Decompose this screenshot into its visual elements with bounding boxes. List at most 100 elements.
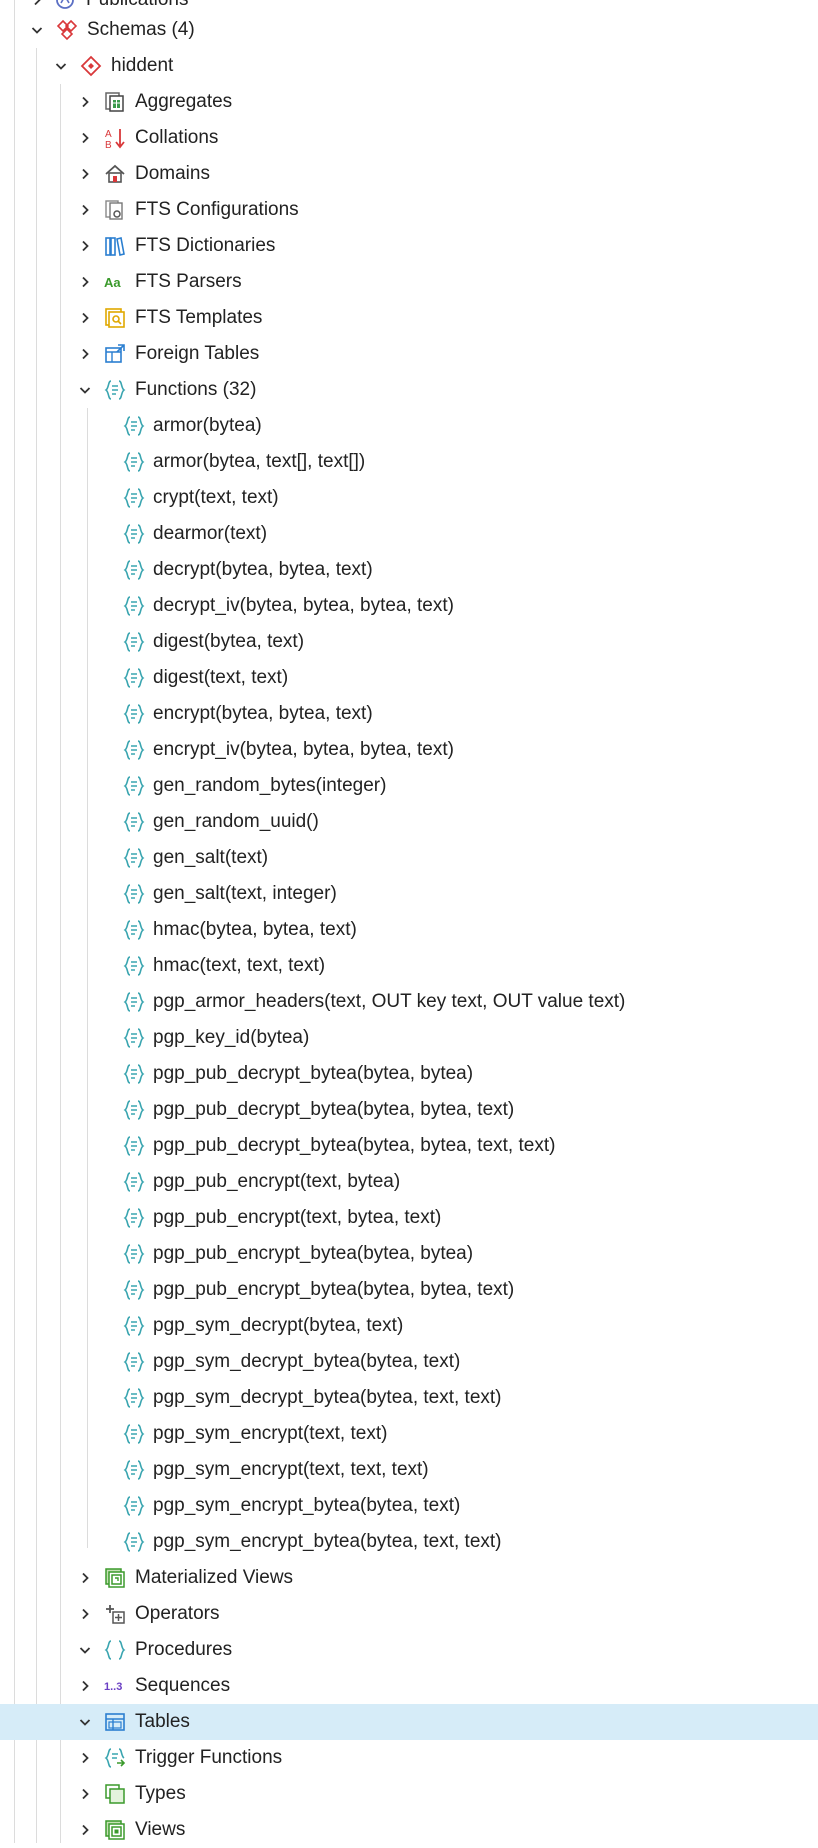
tree-node-function[interactable]: decrypt(bytea, bytea, text) — [0, 552, 818, 588]
tree-node-function-label: pgp_sym_decrypt(bytea, text) — [153, 1315, 404, 1336]
function-icon — [123, 919, 145, 941]
chevron-down-icon[interactable] — [77, 1704, 93, 1740]
tree-node-function[interactable]: pgp_pub_encrypt(text, bytea, text) — [0, 1200, 818, 1236]
chevron-right-icon[interactable] — [77, 300, 93, 336]
tree-node-aggregates[interactable]: Aggregates — [0, 84, 818, 120]
tree-node-function-label: pgp_pub_decrypt_bytea(bytea, bytea, text… — [153, 1099, 515, 1120]
tree-node-function-label: gen_random_uuid() — [153, 811, 319, 832]
chevron-right-icon[interactable] — [77, 192, 93, 228]
chevron-down-icon[interactable] — [53, 48, 69, 84]
tree-node-fts-parsers[interactable]: Aa FTS Parsers — [0, 264, 818, 300]
function-icon — [123, 1099, 145, 1121]
tree-node-function[interactable]: gen_salt(text) — [0, 840, 818, 876]
tree-node-types[interactable]: Types — [0, 1776, 818, 1812]
chevron-right-icon[interactable] — [77, 228, 93, 264]
chevron-right-icon[interactable] — [77, 1740, 93, 1776]
tree-node-function[interactable]: pgp_pub_encrypt_bytea(bytea, bytea, text… — [0, 1272, 818, 1308]
tree-node-function[interactable]: pgp_pub_encrypt_bytea(bytea, bytea) — [0, 1236, 818, 1272]
tree-node-schemas[interactable]: Schemas (4) — [0, 12, 818, 48]
function-icon — [123, 631, 145, 653]
tree-node-function[interactable]: pgp_sym_encrypt(text, text) — [0, 1416, 818, 1452]
function-icon — [123, 847, 145, 869]
tree-node-function-label: encrypt(bytea, bytea, text) — [153, 703, 373, 724]
tree-node-function[interactable]: pgp_sym_decrypt_bytea(bytea, text, text) — [0, 1380, 818, 1416]
tree-node-foreign-tables[interactable]: Foreign Tables — [0, 336, 818, 372]
tree-node-function-label: pgp_pub_encrypt(text, bytea, text) — [153, 1207, 442, 1228]
tree-node-function-label: gen_salt(text) — [153, 847, 269, 868]
chevron-down-icon[interactable] — [29, 12, 45, 48]
tree-node-function[interactable]: dearmor(text) — [0, 516, 818, 552]
tree-node-function[interactable]: hmac(text, text, text) — [0, 948, 818, 984]
tree-node-function[interactable]: pgp_key_id(bytea) — [0, 1020, 818, 1056]
tree-node-operators[interactable]: Operators — [0, 1596, 818, 1632]
trigger-functions-icon — [104, 1747, 126, 1769]
chevron-right-icon[interactable] — [77, 1668, 93, 1704]
tree-node-function[interactable]: pgp_sym_decrypt(bytea, text) — [0, 1308, 818, 1344]
tree-node-function[interactable]: encrypt_iv(bytea, bytea, bytea, text) — [0, 732, 818, 768]
chevron-right-icon[interactable] — [77, 120, 93, 156]
tree-node-function[interactable]: armor(bytea) — [0, 408, 818, 444]
tree-node-function-label: digest(text, text) — [153, 667, 289, 688]
tree-node-function[interactable]: digest(text, text) — [0, 660, 818, 696]
tree-node-function[interactable]: decrypt_iv(bytea, bytea, bytea, text) — [0, 588, 818, 624]
tree-node-procedures[interactable]: Procedures — [0, 1632, 818, 1668]
fts-templates-icon — [104, 307, 126, 329]
tree-node-function[interactable]: pgp_sym_encrypt_bytea(bytea, text) — [0, 1488, 818, 1524]
tree-node-function[interactable]: pgp_armor_headers(text, OUT key text, OU… — [0, 984, 818, 1020]
chevron-right-icon[interactable] — [77, 1776, 93, 1812]
tree-node-materialized-views[interactable]: Materialized Views — [0, 1560, 818, 1596]
function-icon — [123, 487, 145, 509]
tree-node-domains-label: Domains — [135, 163, 210, 184]
tree-node-function-label: pgp_sym_decrypt_bytea(bytea, text, text) — [153, 1387, 502, 1408]
chevron-right-icon[interactable] — [77, 1596, 93, 1632]
domains-icon — [104, 163, 126, 185]
tree-node-fts-dictionaries[interactable]: FTS Dictionaries — [0, 228, 818, 264]
schema-icon — [80, 55, 102, 77]
materialized-views-icon — [104, 1567, 126, 1589]
tree-node-function[interactable]: gen_random_bytes(integer) — [0, 768, 818, 804]
tree-node-sequences[interactable]: 1..3 Sequences — [0, 1668, 818, 1704]
tree-node-schema-hiddent[interactable]: hiddent — [0, 48, 818, 84]
tree-node-function[interactable]: pgp_sym_decrypt_bytea(bytea, text) — [0, 1344, 818, 1380]
tree-node-function-label: pgp_pub_encrypt(text, bytea) — [153, 1171, 401, 1192]
tree-node-function[interactable]: encrypt(bytea, bytea, text) — [0, 696, 818, 732]
function-icon — [123, 559, 145, 581]
tree-node-collations-label: Collations — [135, 127, 219, 148]
function-icon — [123, 1459, 145, 1481]
function-icon — [123, 1243, 145, 1265]
tree-node-function[interactable]: pgp_sym_encrypt_bytea(bytea, text, text) — [0, 1524, 818, 1560]
function-icon — [123, 811, 145, 833]
tree-node-function-label: pgp_sym_encrypt(text, text, text) — [153, 1459, 429, 1480]
tree-node-function[interactable]: pgp_pub_decrypt_bytea(bytea, bytea, text… — [0, 1092, 818, 1128]
chevron-down-icon[interactable] — [77, 372, 93, 408]
tree-node-function[interactable]: pgp_pub_encrypt(text, bytea) — [0, 1164, 818, 1200]
tree-node-function-label: digest(bytea, text) — [153, 631, 305, 652]
function-icon — [123, 523, 145, 545]
tree-node-functions[interactable]: Functions (32) — [0, 372, 818, 408]
tree-node-function[interactable]: digest(bytea, text) — [0, 624, 818, 660]
tree-node-function[interactable]: hmac(bytea, bytea, text) — [0, 912, 818, 948]
chevron-right-icon[interactable] — [77, 84, 93, 120]
tree-node-function[interactable]: gen_random_uuid() — [0, 804, 818, 840]
tree-node-function[interactable]: crypt(text, text) — [0, 480, 818, 516]
tree-node-fts-configurations[interactable]: FTS Configurations — [0, 192, 818, 228]
tree-node-function[interactable]: pgp_pub_decrypt_bytea(bytea, bytea) — [0, 1056, 818, 1092]
tree-node-function-label: dearmor(text) — [153, 523, 268, 544]
tree-node-tables[interactable]: Tables — [0, 1704, 818, 1740]
tree-node-function[interactable]: pgp_sym_encrypt(text, text, text) — [0, 1452, 818, 1488]
tree-node-function-label: pgp_sym_decrypt_bytea(bytea, text) — [153, 1351, 461, 1372]
chevron-right-icon[interactable] — [77, 264, 93, 300]
tree-node-trigger-functions[interactable]: Trigger Functions — [0, 1740, 818, 1776]
tree-node-function[interactable]: armor(bytea, text[], text[]) — [0, 444, 818, 480]
tree-node-domains[interactable]: Domains — [0, 156, 818, 192]
tree-node-function[interactable]: gen_salt(text, integer) — [0, 876, 818, 912]
function-icon — [123, 1423, 145, 1445]
chevron-right-icon[interactable] — [77, 1560, 93, 1596]
chevron-right-icon[interactable] — [77, 156, 93, 192]
tree-node-collations[interactable]: A B Collations — [0, 120, 818, 156]
chevron-down-icon[interactable] — [77, 1632, 93, 1668]
tree-node-materialized-views-label: Materialized Views — [135, 1567, 294, 1588]
tree-node-fts-templates[interactable]: FTS Templates — [0, 300, 818, 336]
chevron-right-icon[interactable] — [77, 336, 93, 372]
tree-node-function[interactable]: pgp_pub_decrypt_bytea(bytea, bytea, text… — [0, 1128, 818, 1164]
